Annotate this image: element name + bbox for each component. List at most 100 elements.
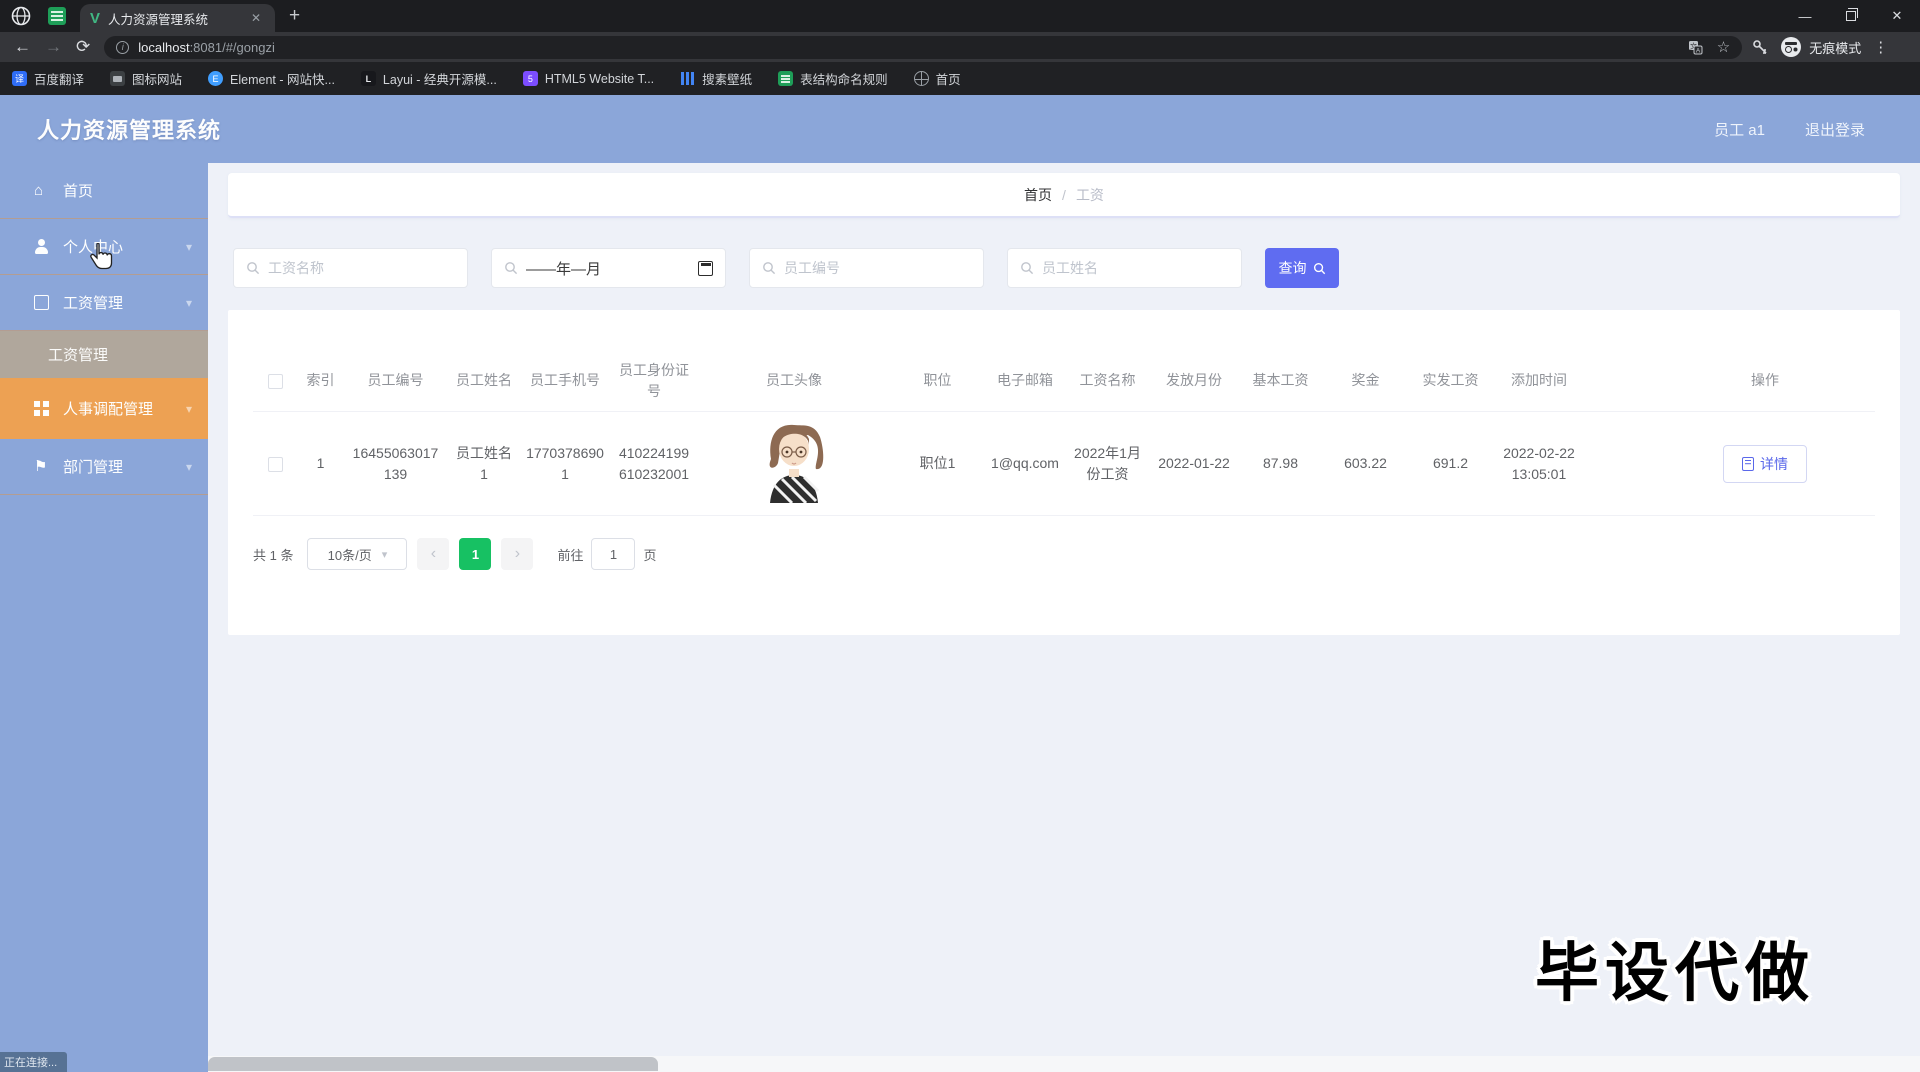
- bookmark-html5[interactable]: 5 HTML5 Website T...: [522, 71, 654, 86]
- html5-icon: 5: [522, 71, 538, 86]
- employee-name-input[interactable]: [1042, 260, 1229, 276]
- sidebar-item-personnel-transfer[interactable]: 人事调配管理 ▾: [0, 378, 208, 439]
- search-icon: [1313, 262, 1325, 274]
- next-page-button[interactable]: ›: [501, 538, 534, 570]
- url-path: :8081/#/gongzi: [189, 39, 275, 55]
- current-user[interactable]: 员工 a1: [1714, 119, 1765, 140]
- col-header-actual-salary: 实发工资: [1422, 372, 1479, 389]
- col-header-actions: 操作: [1751, 372, 1779, 389]
- salary-table-card: 索引 员工编号 员工姓名 员工手机号 员工身份证号 员工头像 职位 电子邮箱 工…: [228, 310, 1900, 635]
- site-info-icon[interactable]: i: [116, 40, 130, 54]
- app-header: 人力资源管理系统 员工 a1 退出登录: [0, 95, 1920, 163]
- cell-emp-no: 16455063017139: [352, 445, 439, 482]
- translate-icon[interactable]: 文A: [1688, 40, 1703, 55]
- sidebar-item-department-management[interactable]: ⚑ 部门管理 ▾: [0, 439, 208, 495]
- bars-icon: [680, 71, 695, 86]
- screen: V 人力资源管理系统 ✕ + — ✕ ← → ⟳ i localhost :80…: [0, 0, 1920, 1072]
- month-picker-value[interactable]: ——年—月: [526, 258, 690, 279]
- forward-button[interactable]: →: [45, 37, 62, 57]
- toolbar-right: 无痕模式 ⋮: [1752, 37, 1900, 57]
- col-header-avatar: 员工头像: [766, 372, 822, 389]
- restore-button[interactable]: [1828, 0, 1874, 32]
- mouse-cursor: [90, 243, 113, 270]
- logout-link[interactable]: 退出登录: [1805, 119, 1865, 140]
- reload-button[interactable]: ⟳: [76, 37, 90, 57]
- active-tab[interactable]: V 人力资源管理系统 ✕: [80, 4, 275, 32]
- chevron-down-icon: ▾: [185, 295, 192, 310]
- bookmark-home[interactable]: 首页: [913, 69, 961, 88]
- bookmark-baidu-translate[interactable]: 译百度翻译: [12, 69, 84, 88]
- chevron-down-icon: ▾: [185, 401, 192, 416]
- pinned-extension-icon[interactable]: [48, 7, 66, 25]
- restore-icon: [1846, 8, 1858, 21]
- page-unit-label: 页: [643, 547, 657, 563]
- flag-icon: ⚑: [34, 458, 48, 475]
- chevron-down-icon: ▾: [381, 548, 388, 561]
- sidebar-nav: ⌂ 首页 个人中心 ▾ 工资管理 ▾ 工资管理 人事调配管理 ▾ ⚑ 部门管理 …: [0, 163, 208, 1072]
- row-checkbox[interactable]: [268, 457, 283, 473]
- incognito-badge: 无痕模式: [1781, 37, 1861, 57]
- window-controls: — ✕: [1782, 0, 1920, 32]
- search-icon: [763, 262, 776, 275]
- app-title: 人力资源管理系统: [37, 118, 222, 143]
- horizontal-scrollbar-track[interactable]: [208, 1056, 1920, 1072]
- browser-menu-icon[interactable]: ⋮: [1873, 38, 1888, 56]
- bookmark-layui[interactable]: L Layui - 经典开源模...: [360, 69, 497, 88]
- query-button[interactable]: 查询: [1265, 248, 1339, 288]
- filter-bar: ——年—月 查询: [233, 248, 1920, 288]
- total-count: 共 1 条: [253, 547, 294, 563]
- calendar-icon[interactable]: [698, 260, 713, 276]
- close-window-button[interactable]: ✕: [1874, 0, 1920, 32]
- cell-issue-month: 2022-01-22: [1158, 455, 1230, 472]
- box-icon: [34, 295, 49, 310]
- current-page-button[interactable]: 1: [459, 538, 492, 570]
- cell-bonus: 603.22: [1344, 455, 1387, 472]
- minimize-button[interactable]: —: [1782, 0, 1828, 32]
- salary-name-field[interactable]: [233, 248, 468, 288]
- col-header-added-time: 添加时间: [1511, 372, 1567, 389]
- col-header-position: 职位: [923, 372, 952, 389]
- cell-base-salary: 87.98: [1262, 455, 1299, 472]
- sidebar-item-salary-management[interactable]: 工资管理 ▾: [0, 275, 208, 331]
- cell-email: 1@qq.com: [991, 455, 1059, 472]
- password-key-icon[interactable]: [1752, 39, 1769, 56]
- bookmark-wallpaper[interactable]: 搜素壁纸: [680, 69, 752, 88]
- page-size-select[interactable]: 10条/页 ▾: [307, 538, 408, 570]
- employee-name-field[interactable]: [1007, 248, 1242, 288]
- cell-added-time: 2022-02-22 13:05:01: [1503, 445, 1575, 482]
- salary-name-input[interactable]: [268, 260, 455, 276]
- incognito-icon: [1781, 37, 1802, 57]
- person-icon: [34, 239, 49, 254]
- new-tab-button[interactable]: +: [289, 5, 300, 27]
- employee-avatar[interactable]: [756, 419, 832, 504]
- search-icon: [1021, 262, 1034, 275]
- bookmark-icon-site[interactable]: 图标网站: [110, 69, 182, 88]
- bookmark-naming-rules[interactable]: 表结构命名规则: [778, 69, 888, 88]
- search-icon: [247, 262, 260, 275]
- cell-phone: 17703786901: [526, 445, 604, 482]
- col-header-emp-no: 员工编号: [367, 372, 424, 389]
- bookmark-element[interactable]: E Element - 网站快...: [208, 69, 335, 88]
- tab-title: 人力资源管理系统: [108, 12, 209, 27]
- sidebar-subitem-salary-management-active[interactable]: 工资管理: [0, 331, 208, 378]
- url-host: localhost: [138, 39, 190, 55]
- col-header-phone: 员工手机号: [530, 372, 600, 389]
- issue-month-field[interactable]: ——年—月: [491, 248, 726, 288]
- cell-actual-salary: 691.2: [1432, 455, 1469, 472]
- prev-page-button[interactable]: ‹: [417, 538, 450, 570]
- employee-no-field[interactable]: [749, 248, 984, 288]
- select-all-checkbox[interactable]: [268, 374, 283, 390]
- tab-close-icon[interactable]: ✕: [247, 9, 265, 27]
- cell-index: 1: [316, 455, 325, 472]
- detail-button[interactable]: 详情: [1723, 444, 1807, 483]
- col-header-emp-name: 员工姓名: [456, 372, 512, 389]
- breadcrumb-home[interactable]: 首页: [1024, 185, 1052, 205]
- employee-no-input[interactable]: [784, 260, 971, 276]
- address-bar[interactable]: i localhost :8081/#/gongzi 文A ☆: [104, 35, 1743, 59]
- grid-icon: [34, 401, 49, 416]
- goto-page-input[interactable]: [591, 538, 636, 570]
- horizontal-scrollbar-thumb[interactable]: [208, 1057, 658, 1071]
- back-button[interactable]: ←: [14, 37, 31, 57]
- bookmark-star-icon[interactable]: ☆: [1717, 38, 1730, 56]
- sidebar-item-home[interactable]: ⌂ 首页: [0, 163, 208, 219]
